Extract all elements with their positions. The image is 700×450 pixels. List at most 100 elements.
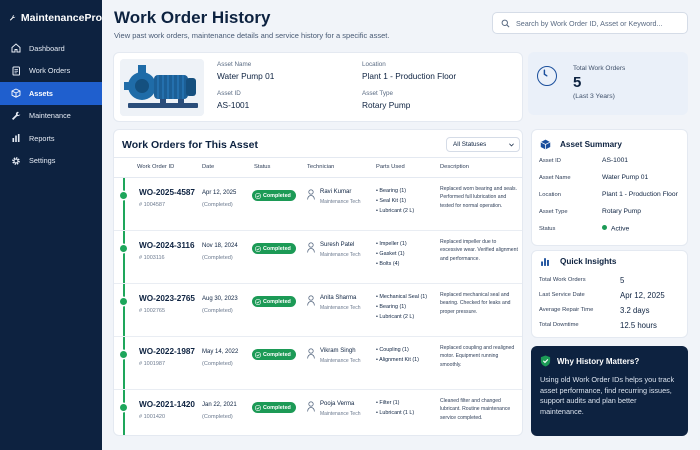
total-work-orders-value: 5	[573, 74, 582, 91]
timeline-dot	[120, 245, 127, 252]
timeline-dot	[120, 298, 127, 305]
check-circle-icon	[255, 245, 261, 252]
user-icon	[307, 242, 315, 253]
technician-role: Maintenance Tech	[320, 411, 361, 417]
sidebar-item-reports[interactable]: Reports	[0, 127, 102, 150]
table-row[interactable]: WO-2021-1420 # 1001420 Jan 22, 2021 (Comple…	[114, 390, 522, 435]
total-work-orders-period: (Last 3 Years)	[573, 93, 615, 100]
work-order-description: Replaced worn bearing and seals. Perform…	[440, 186, 518, 209]
brand[interactable]: MaintenancePro	[0, 0, 102, 36]
work-order-date: May 14, 2022	[202, 349, 239, 355]
sidebar-item-label: Assets	[29, 88, 53, 98]
asset-name-value: Water Pump 01	[217, 71, 275, 81]
asset-type-value: Rotary Pump	[362, 100, 411, 110]
why-history-panel: Why History Matters? Using old Work Orde…	[531, 346, 688, 436]
insight-value: 12.5 hours	[620, 321, 657, 330]
summary-label: Asset Type	[539, 209, 568, 215]
summary-value: Plant 1 - Production Floor	[602, 191, 678, 198]
status-badge: Completed	[252, 349, 296, 360]
insight-value: 3.2 days	[620, 306, 650, 315]
technician-name: Ravi Kumar	[320, 189, 352, 195]
asset-location-value: Plant 1 - Production Floor	[362, 71, 457, 81]
status-badge: Completed	[252, 296, 296, 307]
work-order-date-status: (Completed)	[202, 414, 233, 420]
col-header-date: Date	[202, 164, 215, 170]
work-order-id[interactable]: WO-2024-3116	[139, 241, 195, 250]
search-icon	[501, 19, 510, 27]
search-input[interactable]	[516, 18, 686, 28]
work-order-number: # 1001987	[139, 361, 165, 367]
work-order-date-status: (Completed)	[202, 361, 233, 367]
insight-value: Apr 12, 2025	[620, 291, 665, 300]
work-order-date: Jan 22, 2021	[202, 402, 237, 408]
parts-list: • Mechanical Seal (1) • Bearing (1) • Lubr…	[376, 292, 427, 322]
insight-label: Average Repair Time	[539, 307, 594, 313]
work-order-description: Replaced coupling and realigned motor. E…	[440, 345, 515, 368]
technician-role: Maintenance Tech	[320, 305, 361, 311]
work-orders-title: Work Orders for This Asset	[122, 139, 258, 151]
table-row[interactable]: WO-2024-3116 # 1003116 Nov 18, 2024 (Comple…	[114, 231, 522, 284]
summary-label: Location	[539, 192, 561, 198]
document-icon	[12, 66, 20, 76]
status-badge: Completed	[252, 402, 296, 413]
user-icon	[307, 295, 315, 306]
work-order-number: # 1004587	[139, 202, 165, 208]
wrench-logo-icon	[9, 15, 16, 21]
table-row[interactable]: WO-2022-1987 # 1001987 May 14, 2022 (Comple…	[114, 337, 522, 390]
parts-list: • Bearing (1) • Seal Kit (1) • Lubricant (…	[376, 186, 414, 216]
sidebar-item-settings[interactable]: Settings	[0, 150, 102, 173]
summary-label: Status	[539, 226, 556, 232]
sidebar-item-maintenance[interactable]: Maintenance	[0, 105, 102, 128]
sidebar-item-assets[interactable]: Assets	[0, 82, 102, 105]
summary-value: Water Pump 01	[602, 174, 649, 181]
status-dot	[602, 225, 607, 230]
status-filter-select[interactable]: All Statuses	[446, 137, 520, 152]
sidebar-item-label: Dashboard	[29, 43, 65, 53]
work-order-date-status: (Completed)	[202, 308, 233, 314]
page-title: Work Order History	[114, 8, 271, 27]
work-order-id[interactable]: WO-2021-1420	[139, 400, 195, 409]
technician-name: Vikram Singh	[320, 348, 356, 354]
summary-label: Asset Name	[539, 175, 571, 181]
asset-location-label: Location	[362, 61, 386, 68]
table-row[interactable]: WO-2023-2765 # 1002765 Aug 30, 2023 (Comple…	[114, 284, 522, 337]
work-order-id[interactable]: WO-2023-2765	[139, 294, 195, 303]
sidebar-item-work-orders[interactable]: Work Orders	[0, 60, 102, 83]
part-item: • Lubricant (1 L)	[376, 410, 415, 416]
part-item: • Bearing (1)	[376, 304, 407, 310]
work-order-id[interactable]: WO-2022-1987	[139, 347, 195, 356]
asset-summary-panel: Asset Summary Asset ID AS-1001 Asset Name W…	[531, 129, 688, 246]
work-order-date: Nov 18, 2024	[202, 243, 238, 249]
table-row[interactable]: WO-2025-4587 # 1004587 Apr 12, 2025 (Comple…	[114, 178, 522, 231]
asset-info-card: Asset Name Water Pump 01 Asset ID AS-100…	[113, 52, 523, 122]
user-icon	[307, 189, 315, 200]
quick-insights-title: Quick Insights	[560, 257, 617, 266]
search-box[interactable]	[492, 12, 688, 34]
summary-value: AS-1001	[602, 157, 629, 164]
part-item: • Seal Kit (1)	[376, 198, 407, 204]
summary-label: Asset ID	[539, 158, 561, 164]
check-circle-icon	[255, 404, 261, 411]
timeline-dot	[120, 351, 127, 358]
work-orders-card: Work Orders for This Asset All Statuses …	[113, 129, 523, 436]
asset-type-label: Asset Type	[362, 90, 394, 97]
bar-chart-icon	[12, 134, 20, 143]
cube-icon	[11, 88, 21, 98]
status-badge: Completed	[252, 243, 296, 254]
sidebar-item-label: Settings	[29, 156, 56, 166]
table-header: Work Order ID Date Status Technician Par…	[114, 157, 522, 178]
quick-insights-panel: Quick Insights Total Work Orders 5 Last Se…	[531, 250, 688, 338]
total-work-orders-label: Total Work Orders	[573, 65, 626, 72]
sidebar-item-dashboard[interactable]: Dashboard	[0, 37, 102, 60]
app-name: MaintenancePro	[20, 12, 102, 24]
total-work-orders-card: Total Work Orders 5 (Last 3 Years)	[528, 52, 688, 115]
work-order-id[interactable]: WO-2025-4587	[139, 188, 195, 197]
asset-image	[120, 59, 204, 116]
insight-label: Total Work Orders	[539, 277, 586, 283]
insight-label: Last Service Date	[539, 292, 585, 298]
shield-check-icon	[540, 355, 551, 367]
page-subtitle: View past work orders, maintenance detai…	[114, 31, 390, 40]
asset-name-label: Asset Name	[217, 61, 252, 68]
work-order-number: # 1003116	[139, 255, 165, 261]
asset-summary-title: Asset Summary	[560, 140, 622, 149]
